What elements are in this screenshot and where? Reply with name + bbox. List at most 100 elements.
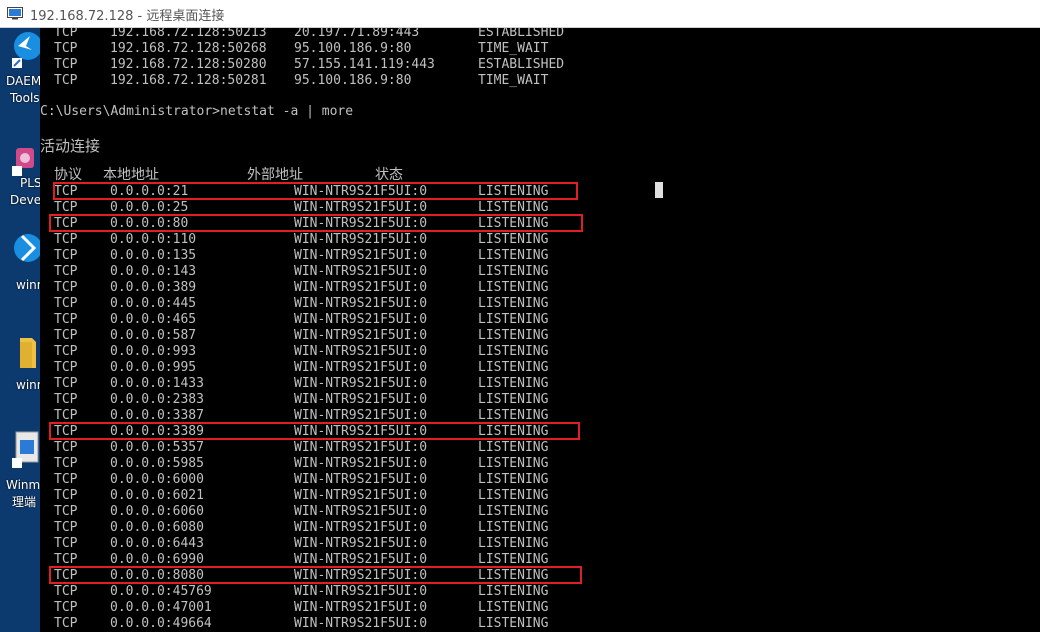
cell-local-address: 192.168.72.128:50268	[110, 41, 267, 56]
cell-local-address: 0.0.0.0:135	[110, 248, 197, 263]
highlight-box	[53, 182, 578, 200]
cell-protocol: TCP	[54, 73, 78, 88]
cell-state: ESTABLISHED	[478, 57, 565, 72]
header-foreign-address: 外部地址	[247, 167, 303, 183]
section-title: 活动连接	[40, 137, 101, 155]
cell-state: LISTENING	[478, 296, 549, 311]
cell-local-address: 0.0.0.0:143	[110, 264, 197, 279]
cell-protocol: TCP	[54, 456, 78, 471]
cell-state: LISTENING	[478, 392, 549, 407]
cell-protocol: TCP	[54, 328, 78, 343]
cell-foreign-address: WIN-NTR9S21F5UI:0	[294, 472, 428, 487]
cell-state: LISTENING	[478, 376, 549, 391]
folder-icon	[20, 338, 36, 368]
cell-protocol: TCP	[54, 616, 78, 631]
cell-foreign-address: 20.197.71.89:443	[294, 28, 420, 40]
desktop-icon-label: 理端	[12, 495, 37, 509]
desktop-icon-label: winn	[16, 378, 40, 392]
cell-protocol: TCP	[54, 536, 78, 551]
cell-local-address: 0.0.0.0:45769	[110, 584, 212, 599]
cell-protocol: TCP	[54, 440, 78, 455]
cell-protocol: TCP	[54, 248, 78, 263]
cell-protocol: TCP	[54, 232, 78, 247]
cell-state: LISTENING	[478, 488, 549, 503]
cell-local-address: 192.168.72.128:50213	[110, 28, 267, 40]
cell-foreign-address: WIN-NTR9S21F5UI:0	[294, 456, 428, 471]
cell-protocol: TCP	[54, 584, 78, 599]
cell-protocol: TCP	[54, 296, 78, 311]
cell-state: LISTENING	[478, 616, 549, 631]
cell-local-address: 0.0.0.0:445	[110, 296, 197, 311]
cell-foreign-address: 57.155.141.119:443	[294, 57, 435, 72]
cell-protocol: TCP	[54, 504, 78, 519]
cell-protocol: TCP	[54, 376, 78, 391]
cell-local-address: 0.0.0.0:110	[110, 232, 197, 247]
desktop-icon-label: DAEM	[6, 74, 40, 88]
cell-foreign-address: WIN-NTR9S21F5UI:0	[294, 360, 428, 375]
desktop-icon-label: Tools	[10, 91, 40, 105]
cell-state: LISTENING	[478, 264, 549, 279]
cell-state: LISTENING	[478, 584, 549, 599]
cell-foreign-address: WIN-NTR9S21F5UI:0	[294, 376, 428, 391]
text-cursor	[655, 182, 663, 198]
winn-app-icon	[14, 234, 40, 262]
cell-protocol: TCP	[54, 392, 78, 407]
cell-protocol: TCP	[54, 520, 78, 535]
desktop-icon-label: Deve	[10, 193, 40, 207]
cell-state: LISTENING	[478, 360, 549, 375]
cell-protocol: TCP	[54, 312, 78, 327]
winmail-admin-icon	[12, 431, 39, 468]
cell-foreign-address: WIN-NTR9S21F5UI:0	[294, 232, 428, 247]
desktop-background: DAEM Tools PLS Deve winn winn Winm 理端	[0, 28, 40, 632]
cell-foreign-address: WIN-NTR9S21F5UI:0	[294, 600, 428, 615]
cell-state: LISTENING	[478, 600, 549, 615]
desktop-icon-label: PLS	[20, 176, 40, 190]
cell-state: LISTENING	[478, 456, 549, 471]
cell-local-address: 0.0.0.0:47001	[110, 600, 212, 615]
cell-state: LISTENING	[478, 280, 549, 295]
cell-foreign-address: 95.100.186.9:80	[294, 41, 412, 56]
cell-foreign-address: WIN-NTR9S21F5UI:0	[294, 520, 428, 535]
cell-state: LISTENING	[478, 344, 549, 359]
cell-local-address: 0.0.0.0:389	[110, 280, 197, 295]
cell-protocol: TCP	[54, 28, 78, 40]
remote-desktop-icon	[7, 7, 23, 20]
cell-foreign-address: WIN-NTR9S21F5UI:0	[294, 584, 428, 599]
cell-protocol: TCP	[54, 41, 78, 56]
cell-local-address: 0.0.0.0:993	[110, 344, 197, 359]
cell-foreign-address: WIN-NTR9S21F5UI:0	[294, 392, 428, 407]
cell-foreign-address: WIN-NTR9S21F5UI:0	[294, 312, 428, 327]
cell-local-address: 0.0.0.0:1433	[110, 376, 204, 391]
cell-foreign-address: WIN-NTR9S21F5UI:0	[294, 488, 428, 503]
highlight-box	[49, 214, 583, 232]
cell-foreign-address: WIN-NTR9S21F5UI:0	[294, 344, 428, 359]
cell-local-address: 0.0.0.0:6000	[110, 472, 204, 487]
highlight-box	[49, 422, 580, 440]
desktop-icon-label: winn	[16, 278, 40, 292]
cell-state: TIME_WAIT	[478, 73, 549, 88]
cell-foreign-address: WIN-NTR9S21F5UI:0	[294, 440, 428, 455]
cell-protocol: TCP	[54, 264, 78, 279]
cell-protocol: TCP	[54, 600, 78, 615]
cell-protocol: TCP	[54, 472, 78, 487]
console-output[interactable]: TCP 192.168.72.128:50213 20.197.71.89:443 E…	[40, 28, 1040, 632]
cell-protocol: TCP	[54, 280, 78, 295]
cell-local-address: 0.0.0.0:5985	[110, 456, 204, 471]
cell-state: LISTENING	[478, 504, 549, 519]
cell-protocol: TCP	[54, 57, 78, 72]
cell-state: LISTENING	[478, 520, 549, 535]
header-state: 状态	[375, 167, 403, 183]
window-titlebar: 192.168.72.128 - 远程桌面连接	[0, 0, 1040, 28]
cell-foreign-address: WIN-NTR9S21F5UI:0	[294, 296, 428, 311]
daemon-tools-icon	[12, 32, 40, 68]
cell-protocol: TCP	[54, 360, 78, 375]
cell-local-address: 0.0.0.0:6060	[110, 504, 204, 519]
header-protocol: 协议	[54, 167, 82, 183]
cell-state: LISTENING	[478, 536, 549, 551]
cell-local-address: 0.0.0.0:465	[110, 312, 197, 327]
header-local-address: 本地地址	[103, 167, 159, 183]
cell-local-address: 192.168.72.128:50280	[110, 57, 267, 72]
cell-local-address: 0.0.0.0:2383	[110, 392, 204, 407]
cell-state: LISTENING	[478, 472, 549, 487]
cell-foreign-address: WIN-NTR9S21F5UI:0	[294, 504, 428, 519]
